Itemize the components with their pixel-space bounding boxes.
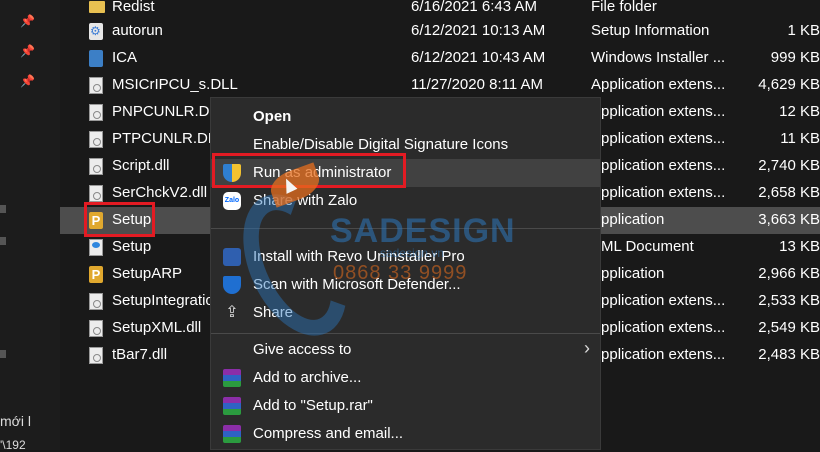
file-row[interactable]: MSICrIPCU_s.DLL 11/27/2020 8:11 AM Appli… [60,72,820,99]
file-size: 11 KB [780,130,820,147]
file-name: SetupIntegratio [112,292,214,309]
menu-item-give-access[interactable]: Give access to › [211,336,600,364]
menu-item-label: Compress and email... [253,425,404,442]
menu-item-label: Give access to [253,341,352,358]
file-name: MSICrIPCU_s.DLL [112,76,238,93]
menu-item-label: Enable/Disable Digital Signature Icons [253,136,509,153]
nav-scroll-mark [0,350,6,358]
chevron-right-icon: › [584,338,590,358]
file-size: 2,533 KB [758,292,820,309]
file-name: SetupARP [112,265,183,282]
menu-item-share[interactable]: ⇪ Share [211,299,600,327]
menu-item-label: Share [253,304,294,321]
file-type: Application extens... [591,184,726,201]
menu-item-label: Scan with Microsoft Defender... [253,276,461,293]
file-size: 13 KB [779,238,820,255]
file-size: 2,966 KB [758,265,820,282]
menu-item-label: Open [253,108,292,125]
dll-file-icon [89,158,103,175]
winrar-icon [223,369,241,387]
file-type: Windows Installer ... [591,49,726,66]
xml-document-icon [89,239,103,256]
menu-item-defender[interactable]: Scan with Microsoft Defender... [211,271,600,299]
file-size: 2,658 KB [758,184,820,201]
file-size: 2,483 KB [758,346,820,363]
dll-file-icon [89,320,103,337]
file-type: Setup Information [591,22,710,39]
dll-file-icon [89,104,103,121]
menu-item-revo[interactable]: Install with Revo Uninstaller Pro [211,243,600,271]
msi-installer-icon [89,50,103,67]
dll-file-icon [89,131,103,148]
zalo-icon: Zalo [223,192,241,210]
file-type: XML Document [591,238,694,255]
setup-app-icon: P [89,266,103,283]
share-icon: ⇪ [225,304,239,321]
menu-item-label: Share with Zalo [253,192,358,209]
file-name: tBar7.dll [112,346,168,363]
revo-uninstaller-icon [223,248,241,266]
dll-file-icon [89,185,103,202]
file-type: Application extens... [591,292,726,309]
file-size: 2,549 KB [758,319,820,336]
file-size: 4,629 KB [758,76,820,93]
navigation-pane: 📌 📌 📌 mới l '\192 [0,0,60,452]
file-name: Script.dll [112,157,170,174]
file-date: 6/12/2021 10:13 AM [411,22,546,39]
pin-icon[interactable]: 📌 [20,44,35,58]
file-row[interactable]: autorun 6/12/2021 10:13 AM Setup Informa… [60,18,820,45]
file-size: 3,663 KB [758,211,820,228]
file-type: Application extens... [591,76,726,93]
menu-item-label: Add to "Setup.rar" [253,397,373,414]
file-type: Application extens... [591,157,726,174]
file-type: Application extens... [591,103,726,120]
context-menu: Open Enable/Disable Digital Signature Ic… [210,97,601,450]
folder-icon [89,1,105,13]
dll-file-icon [89,293,103,310]
file-type: File folder [591,0,657,15]
file-name: SerChckV2.dll [112,184,208,201]
menu-item-add-rar[interactable]: Add to "Setup.rar" [211,392,600,420]
file-date: 11/27/2020 8:11 AM [411,76,544,93]
file-type: Application extens... [591,346,726,363]
nav-scroll-mark [0,205,6,213]
file-name: PTPCUNLR.DLL [112,130,225,147]
winrar-icon [223,425,241,443]
dll-file-icon [89,77,103,94]
file-row[interactable]: ICA 6/12/2021 10:43 AM Windows Installer… [60,45,820,72]
menu-item-label: Install with Revo Uninstaller Pro [253,248,465,265]
file-size: 12 KB [779,103,820,120]
menu-separator [211,228,600,229]
file-type: Application [591,265,665,282]
file-name: Setup [112,238,152,255]
nav-scroll-mark [0,237,6,245]
pin-icon[interactable]: 📌 [20,74,35,88]
file-size: 1 KB [787,22,820,39]
file-type: Application extens... [591,319,726,336]
setup-highlight-box [84,202,155,237]
run-as-admin-highlight-box [212,153,406,188]
menu-separator [211,333,600,334]
file-date: 6/16/2021 6:43 AM [411,0,537,15]
file-type: Application [591,211,665,228]
file-name: ICA [112,49,138,66]
pin-icon[interactable]: 📌 [20,14,35,28]
file-size: 2,740 KB [758,157,820,174]
defender-shield-icon [223,276,241,294]
menu-item-share-zalo[interactable]: Zalo Share with Zalo [211,187,600,215]
menu-item-add-archive[interactable]: Add to archive... [211,364,600,392]
file-name: Redist [112,0,155,15]
winrar-icon [223,397,241,415]
dll-file-icon [89,347,103,364]
menu-item-label: Add to archive... [253,369,362,386]
file-type: Application extens... [591,130,726,147]
setup-information-icon [89,23,103,40]
menu-item-compress-email[interactable]: Compress and email... [211,420,600,448]
menu-item-open[interactable]: Open [211,103,600,131]
nav-item-label[interactable]: mới l [0,413,31,429]
file-name: autorun [112,22,163,39]
file-size: 999 KB [770,49,820,66]
file-name: SetupXML.dll [112,319,202,336]
file-date: 6/12/2021 10:43 AM [411,49,546,66]
